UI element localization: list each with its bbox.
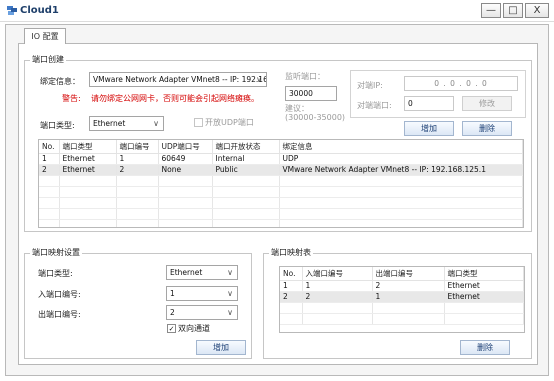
in-port-select[interactable]: 1 ∨ (166, 286, 238, 301)
bind-info-label: 绑定信息： (40, 77, 80, 86)
warning-text: 请勿绑定公网网卡，否则可能会引起网络瘫痪。 (91, 94, 259, 103)
col-port-type[interactable]: 端口类型 (444, 267, 524, 281)
chevron-down-icon: ∨ (256, 75, 262, 84)
bind-info-select[interactable]: VMware Network Adapter VMnet8 -- IP: 192… (89, 72, 267, 87)
cell: 2 (39, 164, 60, 176)
in-port-label: 入端口编号: (38, 290, 81, 299)
cell: Internal (212, 153, 280, 165)
cell: 1 (372, 291, 445, 303)
empty-row (280, 302, 524, 314)
col-port-type[interactable]: 端口类型 (59, 140, 117, 154)
cell: Public (212, 164, 280, 176)
cell: 1 (302, 280, 373, 292)
bidirectional-checkbox[interactable]: ✓ (167, 324, 176, 333)
map-type-value: Ethernet (170, 268, 203, 277)
bidirectional-label: 双向通道 (178, 324, 210, 333)
in-port-value: 1 (170, 289, 175, 298)
port-map-table-title: 端口映射表 (269, 248, 313, 258)
modify-button[interactable]: 修改 (462, 96, 512, 111)
cell: 1 (280, 280, 303, 292)
cell: Ethernet (59, 164, 117, 176)
warning-label: 警告: (62, 94, 81, 103)
chevron-down-icon: ∨ (227, 268, 233, 277)
port-map-settings-title: 端口映射设置 (30, 248, 82, 258)
peer-ip-label: 对端IP: (357, 81, 383, 90)
empty-row (39, 175, 523, 187)
cell: 2 (302, 291, 373, 303)
cell: 1 (39, 153, 60, 165)
out-port-select[interactable]: 2 ∨ (166, 305, 238, 320)
open-udp-label: 开放UDP端口 (205, 118, 254, 127)
window-title: Cloud1 (20, 5, 59, 16)
out-port-value: 2 (170, 308, 175, 317)
empty-row (39, 197, 523, 209)
chevron-down-icon: ∨ (227, 308, 233, 317)
cell: Ethernet (444, 291, 524, 303)
empty-row (39, 186, 523, 198)
cell: 2 (116, 164, 159, 176)
bind-info-value: VMware Network Adapter VMnet8 -- IP: 192… (93, 75, 267, 84)
minimize-button[interactable]: — (481, 3, 501, 18)
delete-map-button[interactable]: 删除 (460, 340, 510, 355)
cell: 2 (372, 280, 445, 292)
listen-port-input[interactable]: 30000 (285, 86, 337, 101)
delete-port-button[interactable]: 删除 (462, 121, 512, 136)
tab-io-config[interactable]: IO 配置 (24, 28, 66, 44)
maximize-icon: □ (508, 4, 518, 16)
col-port-number[interactable]: 端口编号 (116, 140, 159, 154)
col-bind-info[interactable]: 绑定信息 (279, 140, 523, 154)
map-type-label: 端口类型: (38, 269, 73, 278)
col-no[interactable]: No. (280, 267, 303, 281)
peer-port-input[interactable]: 0 (404, 96, 454, 111)
cell: UDP (279, 153, 523, 165)
empty-row (39, 208, 523, 220)
col-in-port[interactable]: 入端口编号 (302, 267, 373, 281)
port-type-value: Ethernet (93, 119, 126, 128)
table-header-row: No. 端口类型 端口编号 UDP端口号 端口开放状态 绑定信息 (39, 140, 523, 154)
listen-port-label: 监听端口： (285, 72, 325, 81)
col-udp-port[interactable]: UDP端口号 (158, 140, 213, 154)
cell: VMware Network Adapter VMnet8 -- IP: 192… (279, 164, 523, 176)
empty-row (39, 219, 523, 227)
cell: 60649 (158, 153, 213, 165)
close-button[interactable]: X (525, 3, 549, 18)
port-type-select[interactable]: Ethernet ∨ (89, 116, 164, 131)
out-port-label: 出端口编号: (38, 310, 81, 319)
add-port-button[interactable]: 增加 (404, 121, 454, 136)
table-row[interactable]: 2 Ethernet 2 None Public VMware Network … (39, 164, 523, 176)
cell: None (158, 164, 213, 176)
peer-port-label: 对端端口: (357, 101, 392, 110)
table-row[interactable]: 2 2 1 Ethernet (280, 291, 524, 303)
empty-row (280, 313, 524, 325)
cell: Ethernet (59, 153, 117, 165)
peer-ip-input[interactable]: 0 . 0 . 0 . 0 (404, 76, 518, 91)
col-out-port[interactable]: 出端口编号 (372, 267, 445, 281)
add-map-button[interactable]: 增加 (196, 340, 246, 355)
col-open-state[interactable]: 端口开放状态 (212, 140, 280, 154)
chevron-down-icon: ∨ (227, 289, 233, 298)
table-row[interactable]: 1 Ethernet 1 60649 Internal UDP (39, 153, 523, 165)
check-mark-icon: ✓ (168, 325, 175, 333)
maximize-button[interactable]: □ (503, 3, 523, 18)
map-table-grid: No. 入端口编号 出端口编号 端口类型 1 1 2 Ethernet 2 2 … (280, 267, 524, 325)
map-table[interactable]: No. 入端口编号 出端口编号 端口类型 1 1 2 Ethernet 2 2 … (279, 266, 525, 333)
table-row[interactable]: 1 1 2 Ethernet (280, 280, 524, 292)
close-icon: X (533, 4, 541, 16)
table-header-row: No. 入端口编号 出端口编号 端口类型 (280, 267, 524, 281)
cell: 2 (280, 291, 303, 303)
map-type-select[interactable]: Ethernet ∨ (166, 265, 238, 280)
suggest-range: (30000-35000) (285, 113, 346, 122)
port-table-grid: No. 端口类型 端口编号 UDP端口号 端口开放状态 绑定信息 1 Ether… (39, 140, 523, 227)
cell: Ethernet (444, 280, 524, 292)
cloud-app-icon (7, 6, 17, 15)
minimize-icon: — (486, 4, 496, 16)
port-type-label: 端口类型: (40, 121, 75, 130)
title-bar[interactable] (0, 0, 554, 22)
col-no[interactable]: No. (39, 140, 60, 154)
open-udp-checkbox[interactable] (194, 118, 203, 127)
cell: 1 (116, 153, 159, 165)
chevron-down-icon: ∨ (153, 119, 159, 128)
port-create-title: 端口创建 (30, 55, 66, 65)
port-table[interactable]: No. 端口类型 端口编号 UDP端口号 端口开放状态 绑定信息 1 Ether… (38, 139, 524, 228)
